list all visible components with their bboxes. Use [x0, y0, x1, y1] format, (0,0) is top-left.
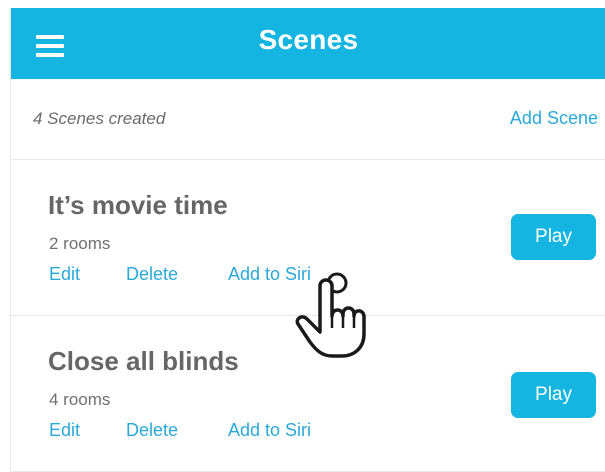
scene-rooms: 2 rooms: [49, 234, 111, 253]
scene-rooms: 4 rooms: [49, 390, 111, 409]
edit-link[interactable]: Edit: [49, 264, 80, 285]
page-title: Scenes: [258, 24, 359, 55]
app-header: Scenes: [11, 8, 605, 79]
scene-name: Close all blinds: [48, 346, 239, 376]
delete-link[interactable]: Delete: [126, 420, 178, 441]
play-button[interactable]: Play: [511, 214, 596, 260]
app-frame: Scenes 4 Scenes created Add Scene It’s m…: [10, 8, 605, 472]
add-scene-link[interactable]: Add Scene: [510, 108, 598, 129]
play-button[interactable]: Play: [511, 372, 596, 418]
scenes-toolbar: 4 Scenes created Add Scene: [11, 79, 605, 160]
add-to-siri-link[interactable]: Add to Siri: [228, 420, 311, 441]
scene-name: It’s movie time: [48, 190, 228, 220]
scenes-count: 4 Scenes created: [33, 109, 166, 128]
edit-link[interactable]: Edit: [49, 420, 80, 441]
hand-pointer-icon: [295, 272, 366, 358]
delete-link[interactable]: Delete: [126, 264, 178, 285]
